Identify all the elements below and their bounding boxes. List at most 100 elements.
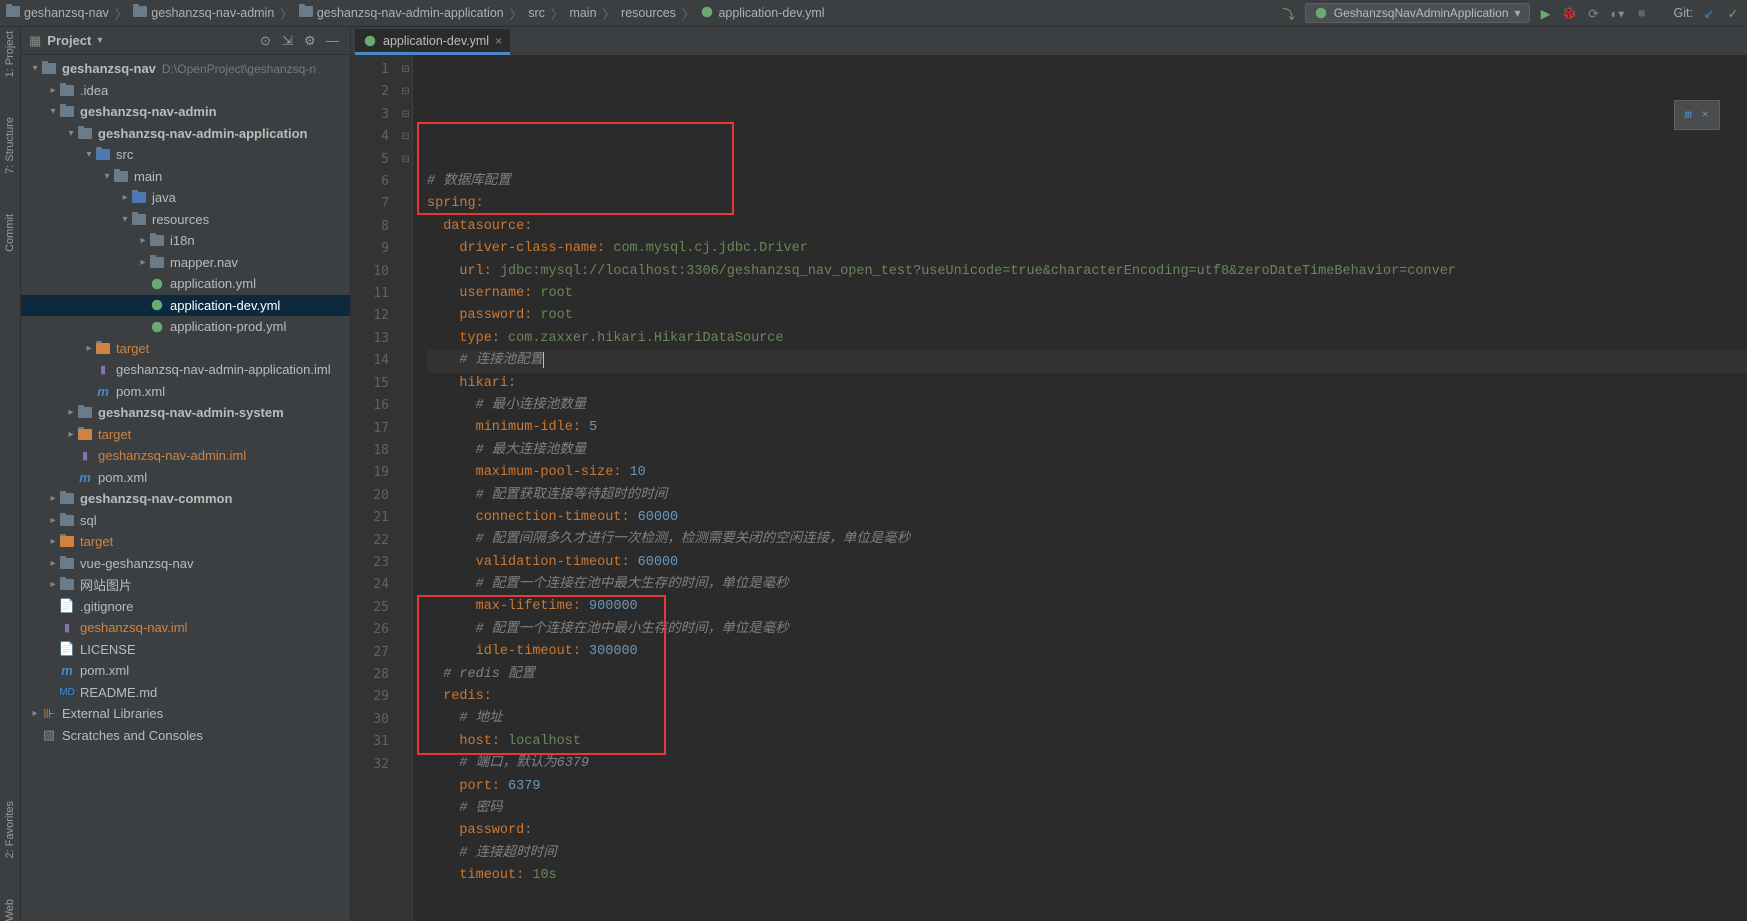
tree-arrow-icon[interactable]: ▸ (47, 579, 59, 590)
git-update-icon[interactable]: ↙ (1701, 5, 1717, 21)
code-line[interactable]: # 地址 (427, 708, 1747, 730)
locate-icon[interactable]: ⊙ (260, 33, 276, 49)
run-configuration-selector[interactable]: GeshanzsqNavAdminApplication ▾ (1305, 3, 1530, 23)
code-line[interactable]: driver-class-name: com.mysql.cj.jdbc.Dri… (427, 238, 1747, 260)
tree-arrow-icon[interactable]: ▸ (47, 515, 59, 526)
tree-item[interactable]: ▸target (21, 424, 350, 446)
breadcrumb-item[interactable]: src (528, 6, 545, 20)
code-line[interactable]: validation-timeout: 60000 (427, 552, 1747, 574)
coverage-icon[interactable]: ⟳ (1586, 5, 1602, 21)
tree-item[interactable]: ▾geshanzsq-nav-admin-application (21, 123, 350, 145)
code-line[interactable]: host: localhost (427, 731, 1747, 753)
code-line[interactable]: # 端口，默认为6379 (427, 753, 1747, 775)
close-icon[interactable]: × (1702, 104, 1709, 126)
tree-item[interactable]: ▾geshanzsq-navD:\OpenProject\geshanzsq-n (21, 58, 350, 80)
tree-item[interactable]: ▸java (21, 187, 350, 209)
git-commit-icon[interactable]: ✓ (1725, 5, 1741, 21)
code-line[interactable]: type: com.zaxxer.hikari.HikariDataSource (427, 328, 1747, 350)
breadcrumb-item[interactable]: geshanzsq-nav-admin (133, 6, 274, 20)
tree-item[interactable]: ▸sql (21, 510, 350, 532)
code-line[interactable]: url: jdbc:mysql://localhost:3306/geshanz… (427, 261, 1747, 283)
tree-item[interactable]: ▸geshanzsq-nav-common (21, 488, 350, 510)
code-line[interactable]: # 连接池配置 (427, 350, 1747, 372)
code-line[interactable]: password: root (427, 305, 1747, 327)
tree-arrow-icon[interactable]: ▸ (119, 192, 131, 203)
expand-all-icon[interactable]: ⇲ (282, 33, 298, 49)
run-icon[interactable]: ▶ (1538, 5, 1554, 21)
tree-item[interactable]: ▮geshanzsq-nav.iml (21, 617, 350, 639)
code-line[interactable]: # 密码 (427, 798, 1747, 820)
tree-item[interactable]: application-prod.yml (21, 316, 350, 338)
tree-item[interactable]: ▾src (21, 144, 350, 166)
tree-item[interactable]: ▸.idea (21, 80, 350, 102)
code-line[interactable]: username: root (427, 283, 1747, 305)
tool-window-button[interactable]: Web (4, 899, 16, 921)
code-line[interactable]: # 配置间隔多久才进行一次检测，检测需要关闭的空闲连接，单位是毫秒 (427, 529, 1747, 551)
breadcrumb-item[interactable]: resources (621, 6, 676, 20)
tree-item[interactable]: ▸⊪External Libraries (21, 703, 350, 725)
code-line[interactable]: redis: (427, 686, 1747, 708)
breadcrumb-item[interactable]: application-dev.yml (700, 5, 824, 22)
tree-arrow-icon[interactable]: ▾ (101, 171, 113, 182)
tool-window-button[interactable]: 7: Structure (4, 117, 16, 174)
tree-arrow-icon[interactable]: ▸ (47, 85, 59, 96)
tree-item[interactable]: ▾main (21, 166, 350, 188)
code-line[interactable]: datasource: (427, 216, 1747, 238)
tree-arrow-icon[interactable]: ▸ (83, 343, 95, 354)
tree-arrow-icon[interactable]: ▾ (119, 214, 131, 225)
tree-arrow-icon[interactable]: ▾ (83, 149, 95, 160)
tree-arrow-icon[interactable]: ▾ (29, 63, 41, 74)
tree-arrow-icon[interactable]: ▾ (47, 106, 59, 117)
code-line[interactable]: hikari: (427, 373, 1747, 395)
tree-arrow-icon[interactable]: ▸ (47, 558, 59, 569)
code-line[interactable]: timeout: 10s (427, 865, 1747, 887)
tree-item[interactable]: MDREADME.md (21, 682, 350, 704)
build-icon[interactable]: ⤵ (1281, 5, 1297, 21)
tree-item[interactable]: application.yml (21, 273, 350, 295)
code-line[interactable]: # 配置一个连接在池中最小生存的时间，单位是毫秒 (427, 619, 1747, 641)
tool-window-button[interactable]: 1: Project (4, 31, 16, 77)
chevron-down-icon[interactable]: ▾ (97, 35, 102, 46)
code-line[interactable]: # 最小连接池数量 (427, 395, 1747, 417)
tree-item[interactable]: ▸mapper.nav (21, 252, 350, 274)
tree-item[interactable]: application-dev.yml (21, 295, 350, 317)
tree-arrow-icon[interactable]: ▸ (137, 257, 149, 268)
code-line[interactable]: max-lifetime: 900000 (427, 596, 1747, 618)
tree-item[interactable]: ▸target (21, 338, 350, 360)
tree-item[interactable]: ▸vue-geshanzsq-nav (21, 553, 350, 575)
breadcrumb-item[interactable]: geshanzsq-nav (6, 6, 109, 20)
editor-tab[interactable]: application-dev.yml × (355, 29, 510, 55)
tree-item[interactable]: ▸网站图片 (21, 574, 350, 596)
tree-arrow-icon[interactable]: ▸ (47, 536, 59, 547)
tree-arrow-icon[interactable]: ▸ (65, 429, 77, 440)
code-line[interactable]: connection-timeout: 60000 (427, 507, 1747, 529)
code-area[interactable]: m × # 数据库配置spring: datasource: driver-cl… (413, 55, 1747, 921)
code-line[interactable]: # 数据库配置 (427, 171, 1747, 193)
code-line[interactable]: maximum-pool-size: 10 (427, 462, 1747, 484)
close-icon[interactable]: × (495, 34, 502, 48)
code-line[interactable]: minimum-idle: 5 (427, 417, 1747, 439)
tree-arrow-icon[interactable]: ▸ (65, 407, 77, 418)
tree-item[interactable]: ▸target (21, 531, 350, 553)
gear-icon[interactable]: ⚙ (304, 33, 320, 49)
tree-item[interactable]: ▾resources (21, 209, 350, 231)
tree-arrow-icon[interactable]: ▸ (29, 708, 41, 719)
debug-icon[interactable]: 🐞 (1562, 5, 1578, 21)
code-line[interactable]: # 最大连接池数量 (427, 440, 1747, 462)
code-line[interactable]: port: 6379 (427, 776, 1747, 798)
code-line[interactable]: spring: (427, 193, 1747, 215)
profile-icon[interactable]: ◐▾ (1610, 5, 1626, 21)
tree-item[interactable]: ▸geshanzsq-nav-admin-system (21, 402, 350, 424)
tree-arrow-icon[interactable]: ▸ (47, 493, 59, 504)
tree-item[interactable]: ▸i18n (21, 230, 350, 252)
tree-arrow-icon[interactable]: ▾ (65, 128, 77, 139)
tree-arrow-icon[interactable]: ▸ (137, 235, 149, 246)
tree-item[interactable]: mpom.xml (21, 381, 350, 403)
hide-icon[interactable]: — (326, 33, 342, 49)
tree-item[interactable]: mpom.xml (21, 660, 350, 682)
code-line[interactable]: # 配置获取连接等待超时的时间 (427, 485, 1747, 507)
tree-item[interactable]: mpom.xml (21, 467, 350, 489)
code-line[interactable]: idle-timeout: 300000 (427, 641, 1747, 663)
tree-item[interactable]: ▾geshanzsq-nav-admin (21, 101, 350, 123)
code-line[interactable]: password: (427, 820, 1747, 842)
